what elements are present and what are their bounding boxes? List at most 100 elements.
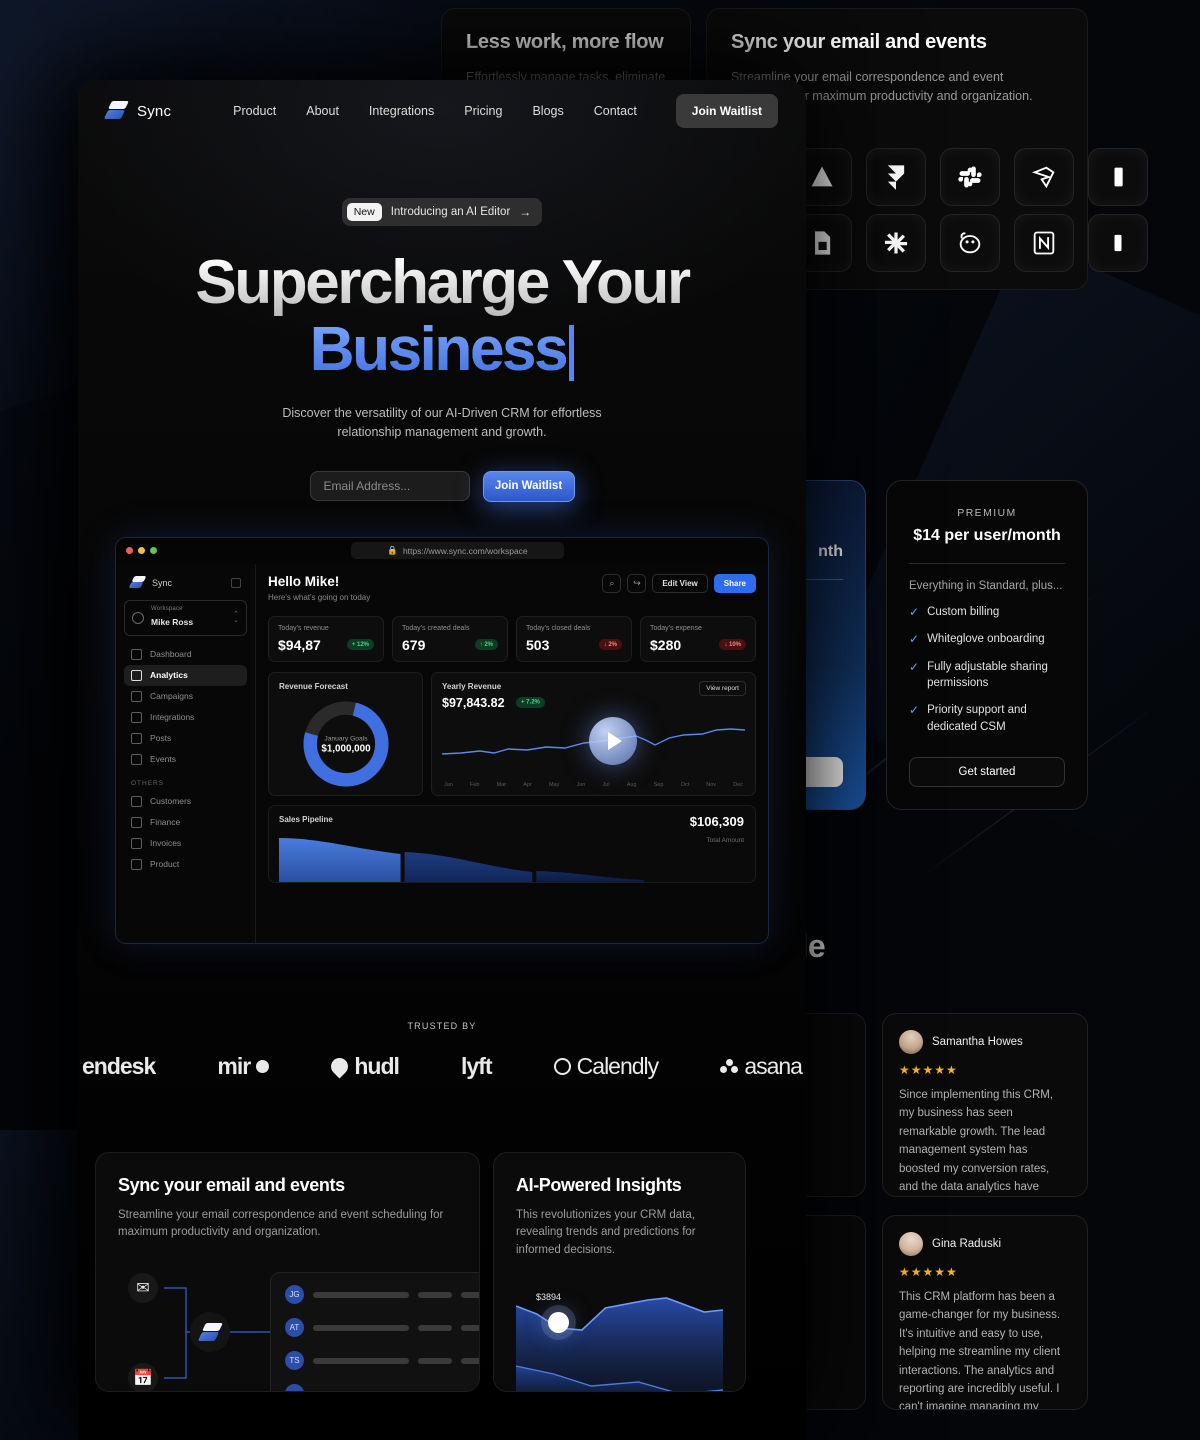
search-icon[interactable]: ⌕ bbox=[602, 573, 622, 593]
framer-icon[interactable] bbox=[866, 148, 926, 206]
page-title: Supercharge Your Business bbox=[78, 250, 806, 384]
box-icon bbox=[131, 858, 142, 870]
logo-miro: mir bbox=[217, 1053, 270, 1080]
logo-calendly: Calendly bbox=[553, 1053, 659, 1080]
typing-caret bbox=[569, 324, 575, 381]
user-icon bbox=[132, 611, 144, 624]
testimonial-card: Samantha Howes ★★★★★ Since implementing … bbox=[882, 1013, 1088, 1197]
nav-link-about[interactable]: About bbox=[306, 104, 339, 118]
nav-join-waitlist-button[interactable]: Join Waitlist bbox=[675, 94, 778, 128]
partial-icon[interactable] bbox=[1088, 148, 1148, 206]
chart-title: Revenue Forecast bbox=[279, 681, 348, 691]
kpi-value: $280 bbox=[650, 636, 682, 653]
kpi-label: Today's closed deals bbox=[526, 624, 591, 632]
sidebar-brand-name: Sync bbox=[152, 577, 173, 588]
email-input[interactable] bbox=[309, 470, 470, 501]
workspace-switcher[interactable]: Workspace Mike Ross ⌃ ⌄ bbox=[124, 599, 247, 636]
check-icon: ✓ bbox=[909, 703, 920, 718]
kpi-delta-badge: ↑ 2% bbox=[474, 639, 498, 651]
donut-center-label: January Goals bbox=[324, 735, 368, 742]
sidebar-item-campaigns[interactable]: Campaigns bbox=[124, 686, 247, 707]
kpi-row: Today's revenue $94,87 + 12% Today's crea… bbox=[268, 615, 756, 662]
bolt-icon bbox=[131, 711, 142, 723]
pill-new-badge: New bbox=[346, 203, 382, 221]
kpi-value: $94,87 bbox=[278, 636, 321, 653]
hero-join-waitlist-button[interactable]: Join Waitlist bbox=[482, 470, 575, 502]
arrow-right-icon: → bbox=[519, 205, 532, 219]
kpi-card: Today's created deals 679 ↑ 2% bbox=[392, 615, 508, 662]
collapse-sidebar-icon[interactable] bbox=[231, 577, 241, 588]
kpi-card: Today's closed deals 503 ↓ 2% bbox=[516, 615, 632, 662]
logo-hudl: hudl bbox=[327, 1053, 400, 1080]
mailchimp-icon[interactable] bbox=[940, 214, 1000, 272]
users-icon bbox=[131, 795, 142, 807]
play-video-button[interactable] bbox=[589, 716, 637, 765]
sync-logo-icon bbox=[197, 1323, 223, 1342]
calendar-icon bbox=[131, 753, 142, 765]
sales-pipeline-card: Sales Pipeline $106,309 Total Amount bbox=[268, 804, 756, 883]
invoice-icon bbox=[131, 837, 142, 849]
price-premium-note: Everything in Standard, plus... bbox=[909, 580, 1063, 592]
slack-icon[interactable] bbox=[940, 148, 1000, 206]
feature-title: AI-Powered Insights bbox=[516, 1174, 682, 1195]
pricing-premium-cta[interactable]: Get started bbox=[909, 757, 1065, 787]
share-button[interactable]: Share bbox=[713, 573, 756, 593]
dashboard-header: Hello Mike! Here's what's going on today… bbox=[268, 573, 756, 602]
sidebar-item-invoices[interactable]: Invoices bbox=[124, 833, 247, 854]
sidebar-item-analytics[interactable]: Analytics bbox=[124, 664, 247, 686]
zapier-icon[interactable] bbox=[866, 214, 926, 272]
shape-icon[interactable] bbox=[1014, 148, 1074, 206]
feature-card-sync-email: Sync your email and events Streamline yo… bbox=[95, 1151, 480, 1392]
main-landing-page-card: Sync Product About Integrations Pricing … bbox=[78, 80, 806, 1440]
bg-card-title: Less work, more flow bbox=[466, 31, 664, 53]
sidebar-item-events[interactable]: Events bbox=[124, 749, 247, 770]
price-feature-item: ✓ Priority support and dedicated CSM bbox=[909, 702, 1065, 735]
hero-title-line-1: Supercharge Your bbox=[195, 248, 689, 317]
nav-link-contact[interactable]: Contact bbox=[594, 104, 637, 118]
kpi-card: Today's expense $280 ↓ 10% bbox=[640, 615, 756, 662]
edit-view-button[interactable]: Edit View bbox=[652, 573, 708, 593]
greeting-title: Hello Mike! bbox=[268, 573, 340, 589]
lock-icon: 🔒 bbox=[387, 545, 398, 556]
waitlist-form: Join Waitlist bbox=[78, 470, 806, 502]
page-root: Less work, more flow Effortlessly manage… bbox=[0, 0, 1200, 1440]
sidebar-item-finance[interactable]: Finance bbox=[124, 812, 247, 833]
avatar bbox=[285, 1384, 304, 1391]
price-premium-tier: PREMIUM bbox=[957, 507, 1017, 519]
testimonial-body: Since implementing this CRM, my business… bbox=[899, 1089, 1054, 1193]
hero-subtitle: Discover the versatility of our AI-Drive… bbox=[282, 405, 602, 440]
sidebar-group-label: OTHERS bbox=[131, 779, 165, 787]
nav-link-blogs[interactable]: Blogs bbox=[532, 104, 563, 118]
sidebar-item-posts[interactable]: Posts bbox=[124, 728, 247, 749]
nav-link-integrations[interactable]: Integrations bbox=[369, 104, 434, 118]
kpi-value: 679 bbox=[402, 636, 426, 653]
check-icon: ✓ bbox=[909, 632, 920, 647]
testimonial-header: Gina Raduski bbox=[899, 1232, 1071, 1256]
sidebar-item-integrations[interactable]: Integrations bbox=[124, 707, 247, 728]
brand-logo[interactable]: Sync bbox=[103, 101, 172, 121]
ai-chart: $3894 bbox=[516, 1278, 723, 1391]
sidebar-item-dashboard[interactable]: Dashboard bbox=[124, 644, 247, 665]
kpi-delta-badge: + 12% bbox=[346, 639, 374, 651]
brand-name: Sync bbox=[137, 102, 172, 120]
list-item bbox=[285, 1384, 479, 1391]
price-premium-amount: $14 per user/month bbox=[913, 527, 1061, 544]
share-link-icon[interactable]: ↪ bbox=[627, 573, 647, 593]
kpi-card: Today's revenue $94,87 + 12% bbox=[268, 615, 384, 662]
sidebar-item-product[interactable]: Product bbox=[124, 854, 247, 875]
sidebar-item-customers[interactable]: Customers bbox=[124, 791, 247, 812]
notion-icon[interactable] bbox=[1014, 214, 1074, 272]
nav-link-product[interactable]: Product bbox=[233, 104, 276, 118]
kpi-label: Today's expense bbox=[650, 624, 702, 632]
sync-logo-icon bbox=[103, 101, 129, 121]
announcement-pill[interactable]: New Introducing an AI Editor → bbox=[341, 198, 543, 226]
feature-diagram: ✉ 📅 JG AT TS bbox=[118, 1268, 479, 1391]
partial-icon-2[interactable] bbox=[1088, 214, 1148, 272]
nav-link-pricing[interactable]: Pricing bbox=[464, 104, 502, 118]
address-bar[interactable]: 🔒 https://www.sync.com/workspace bbox=[351, 542, 564, 560]
view-report-button[interactable]: View report bbox=[699, 680, 746, 696]
kpi-label: Today's revenue bbox=[278, 624, 329, 632]
window-controls[interactable] bbox=[126, 547, 157, 555]
dashboard-actions: ⌕ ↪ Edit View Share bbox=[602, 573, 756, 593]
avatar: TS bbox=[285, 1351, 304, 1371]
